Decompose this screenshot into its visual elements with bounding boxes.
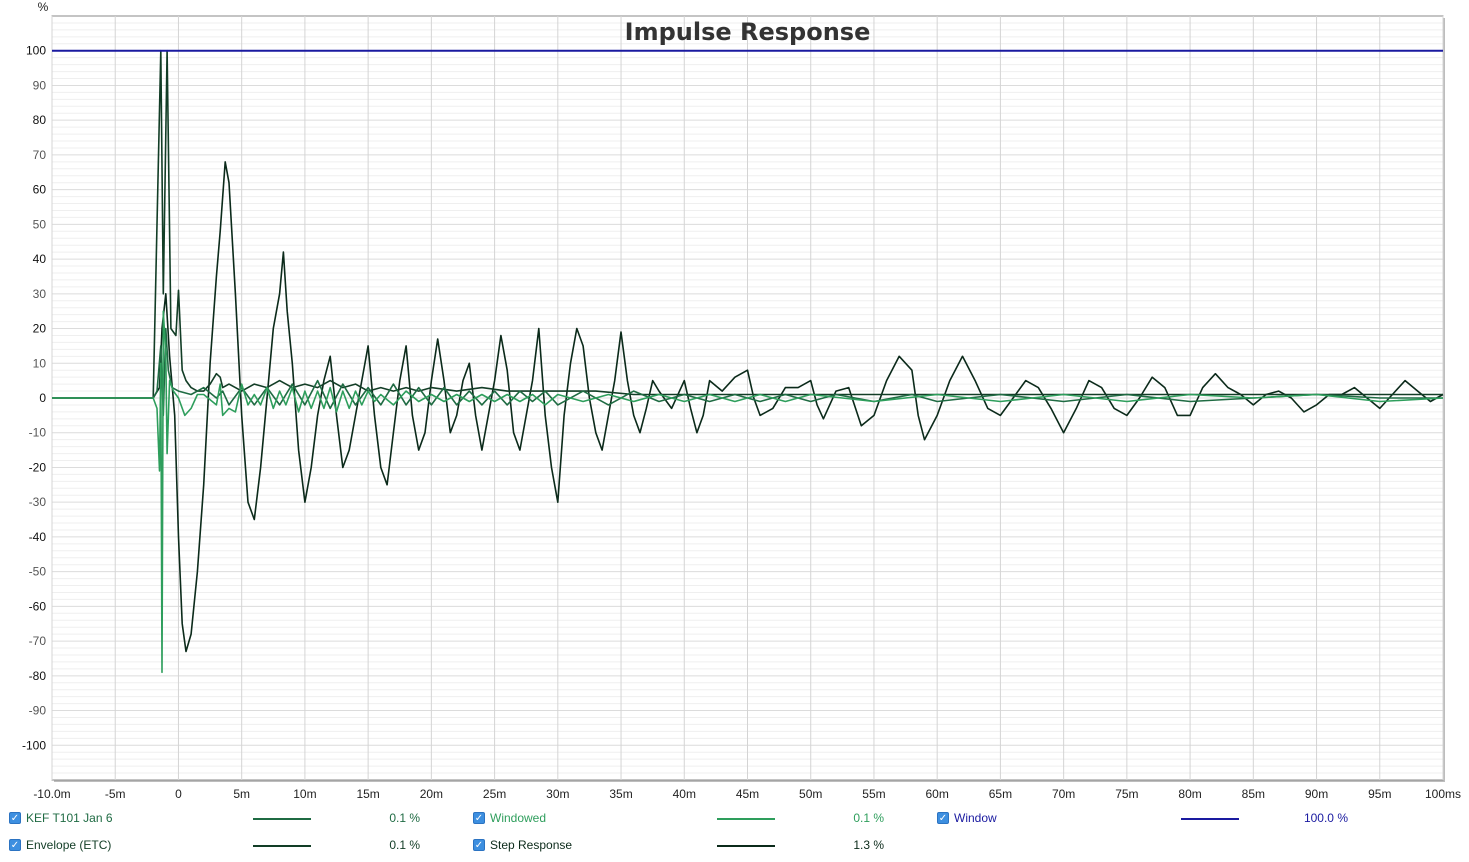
legend-swatch-step (717, 845, 775, 847)
y-tick-label: -30 (29, 495, 47, 509)
x-tick-label: 15m (356, 787, 379, 801)
legend-label-envelope: Envelope (ETC) (26, 838, 112, 852)
x-tick-label: 55m (862, 787, 885, 801)
x-tick-label: 95m (1368, 787, 1391, 801)
y-tick-label: 80 (33, 113, 47, 127)
legend-label-windowed: Windowed (490, 811, 547, 825)
x-tick-label: 25m (483, 787, 506, 801)
y-tick-label: 70 (33, 148, 47, 162)
legend-value-window: 100.0 % (1303, 811, 1348, 825)
y-tick-label: 100 (26, 44, 46, 58)
x-tick-label: 45m (736, 787, 759, 801)
checkbox-envelope[interactable]: ✓ (9, 839, 21, 851)
x-tick-label: 35m (609, 787, 632, 801)
legend-value-envelope: 0.1 % (389, 838, 420, 852)
y-tick-label: 10 (33, 356, 47, 370)
y-tick-label: 40 (33, 252, 47, 266)
y-axis-label: % (38, 0, 49, 14)
chart-title: Impulse Response (625, 18, 871, 46)
y-tick-label: -40 (29, 530, 47, 544)
y-tick-label: 0 (39, 391, 46, 405)
chart-svg: 1009080706050403020100-10-20-30-40-50-60… (22, 0, 1461, 801)
x-tick-label: 30m (546, 787, 569, 801)
legend-row-1: ✓ KEF T101 Jan 6 0.1 % ✓ Windowed 0.1 % … (0, 808, 1469, 830)
x-tick-label: 10m (293, 787, 316, 801)
x-tick-label: 90m (1305, 787, 1328, 801)
checkbox-step[interactable]: ✓ (473, 839, 485, 851)
x-tick-label: 85m (1242, 787, 1265, 801)
x-tick-label: 50m (799, 787, 822, 801)
y-tick-label: -80 (29, 669, 47, 683)
x-tick-label: 20m (420, 787, 443, 801)
legend-value-step: 1.3 % (853, 838, 884, 852)
x-tick-label: 60m (926, 787, 949, 801)
legend-label-step: Step Response (490, 838, 573, 852)
y-tick-label: -10 (29, 426, 47, 440)
x-tick-label: 70m (1052, 787, 1075, 801)
y-tick-label: 60 (33, 183, 47, 197)
x-tick-label: 5m (233, 787, 250, 801)
y-tick-label: -100 (22, 738, 46, 752)
legend-swatch-windowed (717, 818, 775, 820)
y-tick-label: 90 (33, 78, 47, 92)
legend-row-2: ✓ Envelope (ETC) 0.1 % ✓ Step Response 1… (0, 835, 1469, 857)
checkbox-window[interactable]: ✓ (937, 812, 949, 824)
checkbox-windowed[interactable]: ✓ (473, 812, 485, 824)
legend-swatch-kef (253, 818, 311, 820)
x-tick-label: -10.0m (33, 787, 70, 801)
y-tick-label: -70 (29, 634, 47, 648)
x-tick-label: 80m (1178, 787, 1201, 801)
y-tick-label: 20 (33, 322, 47, 336)
x-tick-label: -5m (105, 787, 126, 801)
y-tick-label: -20 (29, 460, 47, 474)
y-tick-label: 50 (33, 217, 47, 231)
legend-swatch-envelope (253, 845, 311, 847)
legend-swatch-window (1181, 818, 1239, 820)
y-tick-label: -50 (29, 565, 47, 579)
x-tick-label: 0 (175, 787, 182, 801)
legend-value-kef: 0.1 % (389, 811, 420, 825)
x-tick-label: 100ms (1425, 787, 1461, 801)
checkbox-kef[interactable]: ✓ (9, 812, 21, 824)
legend-label-window: Window (954, 811, 997, 825)
y-tick-label: -90 (29, 704, 47, 718)
impulse-response-chart: 100 90 80 70 60 50 40 30 20 10 0 -10 -20 -30 -40 -50 -60… (0, 0, 1469, 862)
y-tick-label: -60 (29, 599, 47, 613)
legend-label-kef: KEF T101 Jan 6 (26, 811, 113, 825)
x-tick-label: 65m (989, 787, 1012, 801)
x-tick-label: 75m (1115, 787, 1138, 801)
legend-value-windowed: 0.1 % (853, 811, 884, 825)
y-tick-label: 30 (33, 287, 47, 301)
x-tick-label: 40m (673, 787, 696, 801)
